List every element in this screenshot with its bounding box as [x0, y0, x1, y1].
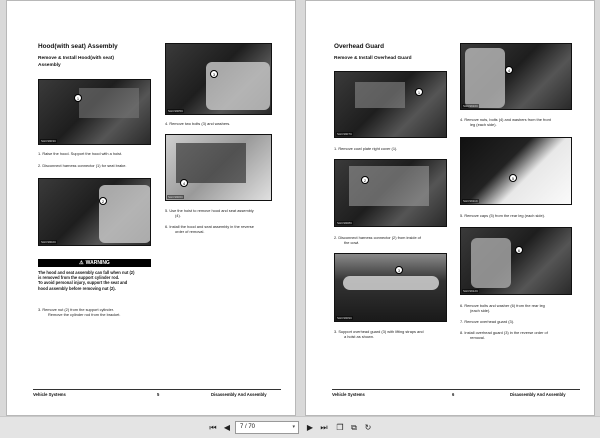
callout-5: 5 — [509, 174, 517, 182]
callout-6: 6 — [515, 246, 523, 254]
front-leg-photo: 4 SHC9910C — [460, 43, 572, 110]
hood-seat-photo: 4 SHC9906C — [165, 134, 272, 201]
section-subtitle-line1: Remove & Install Hood(with seat) — [38, 56, 114, 61]
step-8-line2: removal. — [470, 335, 485, 340]
callout-2: 2 — [99, 197, 107, 205]
step-5: 5. Remove caps (5) from the rear leg (ea… — [460, 213, 545, 218]
photo-caption: SHC9908C — [336, 221, 354, 225]
section-title: Hood(with seat) Assembly — [38, 43, 118, 50]
callout-4: 4 — [180, 179, 188, 187]
page-number-input[interactable]: 7 / 70 ▾ — [235, 421, 299, 434]
footer-chapter: Disassembly And Assembly — [211, 392, 267, 397]
footer-page-number: 5 — [157, 392, 160, 397]
photo-caption: SHC9911C — [462, 199, 479, 203]
previous-page-icon[interactable]: ◀ — [222, 422, 232, 433]
warning-text: The hood and seat assembly can fall when… — [38, 270, 151, 291]
last-page-icon[interactable]: ⏭ — [319, 422, 329, 433]
callout-3: 3 — [210, 70, 218, 78]
photo-caption: SHC9909C — [336, 316, 354, 320]
step-5-line2: (4). — [175, 213, 181, 218]
photo-caption: SHC9905C — [167, 109, 185, 113]
photo-caption: SHC9912C — [462, 289, 480, 293]
cowl-cover-photo: 1 SHC9907C — [334, 71, 447, 138]
rear-leg-caps-photo: 5 SHC9911C — [460, 137, 572, 205]
section-title: Overhead Guard — [334, 43, 385, 50]
photo-caption: SHC9907C — [336, 132, 354, 136]
footer-section: Vehicle Systems — [33, 392, 66, 397]
viewer-toolbar: ⏮ ◀ 7 / 70 ▾ ▶ ⏭ ❐ ⧉ ↻ — [0, 416, 600, 438]
photo-caption: SHC9902C — [40, 240, 58, 244]
bolts-photo: 3 SHC9905C — [165, 43, 272, 115]
step-4: 4. Remove two bolts (3) and washers. — [165, 121, 231, 126]
callout-4: 4 — [505, 66, 513, 74]
rear-leg-bolts-photo: 6 SHC9912C — [460, 227, 572, 295]
footer-rule — [332, 389, 580, 390]
warning-label: WARNING — [85, 260, 110, 266]
warning-box: ⚠ WARNING The hood and seat assembly can … — [38, 259, 151, 291]
callout-2: 2 — [361, 176, 369, 184]
photo-caption: SHC9903C — [40, 139, 58, 143]
step-2-line2: the cowl. — [344, 240, 360, 245]
step-4-line2: leg (each side). — [470, 122, 497, 127]
lifting-straps-photo: 3 SHC9909C — [334, 253, 447, 322]
section-subtitle-line2: Assembly — [38, 63, 61, 68]
document-page-right: Overhead Guard Remove & Install Overhead… — [305, 0, 595, 416]
footer-page-number: 6 — [452, 392, 455, 397]
step-6-line2: (each side). — [470, 308, 491, 313]
next-page-icon[interactable]: ▶ — [305, 422, 315, 433]
fit-page-icon[interactable]: ⧉ — [349, 422, 359, 433]
copy-icon[interactable]: ❐ — [335, 422, 345, 433]
chevron-down-icon[interactable]: ▾ — [292, 422, 295, 433]
callout-1: 1 — [74, 94, 82, 102]
footer-rule — [33, 389, 281, 390]
step-2: 2. Disconnect harness connector (1) for … — [38, 163, 127, 168]
step-7: 7. Remove overhead guard (3). — [460, 319, 515, 324]
warning-triangle-icon: ⚠ — [79, 260, 84, 266]
document-page-left: Hood(with seat) Assembly Remove & Instal… — [6, 0, 296, 416]
warning-header: ⚠ WARNING — [38, 259, 151, 267]
photo-caption: SHC9910C — [462, 104, 480, 108]
step-3-line2: a hoist as shown. — [344, 334, 375, 339]
step-3-line2: Remove the cylinder rod from the bracket… — [48, 312, 121, 317]
rotate-icon[interactable]: ↻ — [363, 422, 373, 433]
step-6-line2: order of removal. — [175, 229, 205, 234]
support-cylinder-photo: 2 SHC9902C — [38, 178, 151, 246]
step-1: 1. Remove cowl plate right cover (1). — [334, 146, 398, 151]
step-1: 1. Raise the hood. Support the hood with… — [38, 151, 123, 156]
photo-caption: SHC9906C — [167, 195, 185, 199]
footer-chapter: Disassembly And Assembly — [510, 392, 566, 397]
first-page-icon[interactable]: ⏮ — [208, 422, 218, 433]
callout-1: 1 — [415, 88, 423, 96]
warning-line: hood assembly before removing nut (2). — [38, 285, 116, 291]
callout-3: 3 — [395, 266, 403, 274]
harness-connector-photo: 2 SHC9908C — [334, 159, 447, 227]
page-number-value: 7 / 70 — [240, 424, 256, 430]
footer-section: Vehicle Systems — [332, 392, 365, 397]
section-subtitle: Remove & Install Overhead Guard — [334, 56, 412, 61]
hood-connector-photo: 1 SHC9903C — [38, 79, 151, 145]
